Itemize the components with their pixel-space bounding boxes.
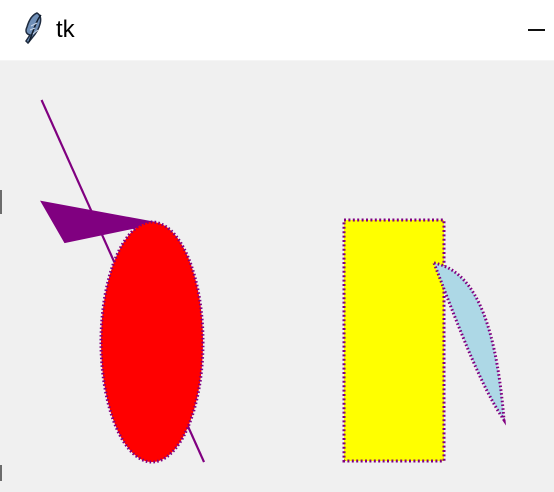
window-title: tk — [56, 16, 75, 43]
feather-icon — [25, 12, 42, 45]
left-window-edge-lower — [0, 465, 2, 481]
shape-canvas — [40, 99, 506, 464]
red-ellipse — [99, 220, 205, 464]
left-window-edge — [0, 190, 2, 214]
title-bar[interactable]: tk — [0, 0, 554, 61]
tk-window: tk — [0, 0, 554, 492]
drawing-canvas — [0, 61, 554, 492]
yellow-rectangle — [342, 218, 446, 463]
minimize-button[interactable] — [520, 14, 554, 46]
